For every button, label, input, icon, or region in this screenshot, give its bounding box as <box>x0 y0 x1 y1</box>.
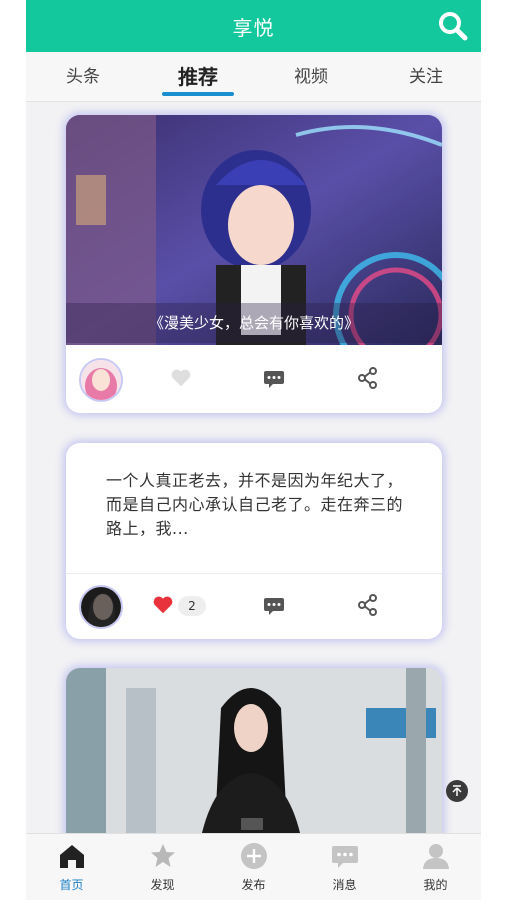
share-icon <box>358 594 377 616</box>
tabbar-profile[interactable]: 我的 <box>390 834 481 900</box>
message-icon <box>332 846 358 868</box>
comment-button[interactable] <box>263 596 285 620</box>
post-actions: 2 <box>66 573 442 639</box>
author-avatar[interactable] <box>79 585 123 629</box>
tabbar-label: 我的 <box>423 878 448 892</box>
share-button[interactable] <box>357 594 379 620</box>
post-card[interactable] <box>66 668 442 833</box>
search-icon <box>439 12 468 41</box>
back-to-top-button[interactable] <box>446 780 468 802</box>
post-image[interactable] <box>66 668 442 833</box>
avatar-image <box>81 587 121 627</box>
tabbar-messages[interactable]: 消息 <box>299 834 390 900</box>
tabbar-discover[interactable]: 发现 <box>117 834 208 900</box>
like-button[interactable] <box>152 594 174 620</box>
top-app-bar: 享悦 <box>26 0 481 52</box>
tabbar-label: 消息 <box>332 878 357 892</box>
tab-following[interactable]: 关注 <box>386 52 466 102</box>
search-button[interactable] <box>437 10 469 42</box>
author-avatar[interactable] <box>79 358 123 402</box>
comment-button[interactable] <box>263 369 285 393</box>
like-count-badge: 2 <box>178 596 206 616</box>
user-icon <box>423 844 449 869</box>
app-title: 享悦 <box>232 16 275 40</box>
plus-circle-icon <box>241 843 267 869</box>
feed-list[interactable]: 《漫美少女，总会有你喜欢的》 一个人真正老去，并不是因为年纪大了，而是自己内心承… <box>26 103 481 833</box>
tabbar-label: 发布 <box>241 878 266 892</box>
avatar-image <box>81 360 121 400</box>
heart-icon <box>153 596 173 614</box>
comment-icon <box>264 371 284 388</box>
tabbar-home[interactable]: 首页 <box>26 834 117 900</box>
like-button[interactable] <box>170 367 192 393</box>
heart-icon <box>171 369 191 387</box>
comment-icon <box>264 598 284 615</box>
post-text[interactable]: 一个人真正老去，并不是因为年纪大了，而是自己内心承认自己老了。走在奔三的路上，我… <box>106 469 406 541</box>
tab-video[interactable]: 视频 <box>271 52 351 102</box>
post-card[interactable]: 《漫美少女，总会有你喜欢的》 <box>66 115 442 413</box>
post-caption: 《漫美少女，总会有你喜欢的》 <box>66 303 442 343</box>
share-icon <box>358 367 377 389</box>
share-button[interactable] <box>357 367 379 393</box>
tabbar-publish[interactable]: 发布 <box>208 834 299 900</box>
bottom-tab-bar: 首页 发现 发布 消息 我的 <box>26 833 481 900</box>
tab-headlines[interactable]: 头条 <box>43 52 123 102</box>
tabbar-label: 首页 <box>59 878 84 892</box>
post-card[interactable]: 一个人真正老去，并不是因为年纪大了，而是自己内心承认自己老了。走在奔三的路上，我… <box>66 443 442 639</box>
app-screen: 享悦 头条 推荐 视频 关注 《漫美少女，总会有你喜欢的》 一个人真正老去，并不… <box>26 0 481 900</box>
tabbar-label: 发现 <box>150 878 175 892</box>
arrow-up-icon <box>452 785 462 796</box>
active-tab-indicator <box>162 92 234 96</box>
post-actions <box>66 347 442 413</box>
home-icon <box>60 845 84 868</box>
category-tabs: 头条 推荐 视频 关注 <box>26 52 481 102</box>
star-icon <box>151 844 175 867</box>
